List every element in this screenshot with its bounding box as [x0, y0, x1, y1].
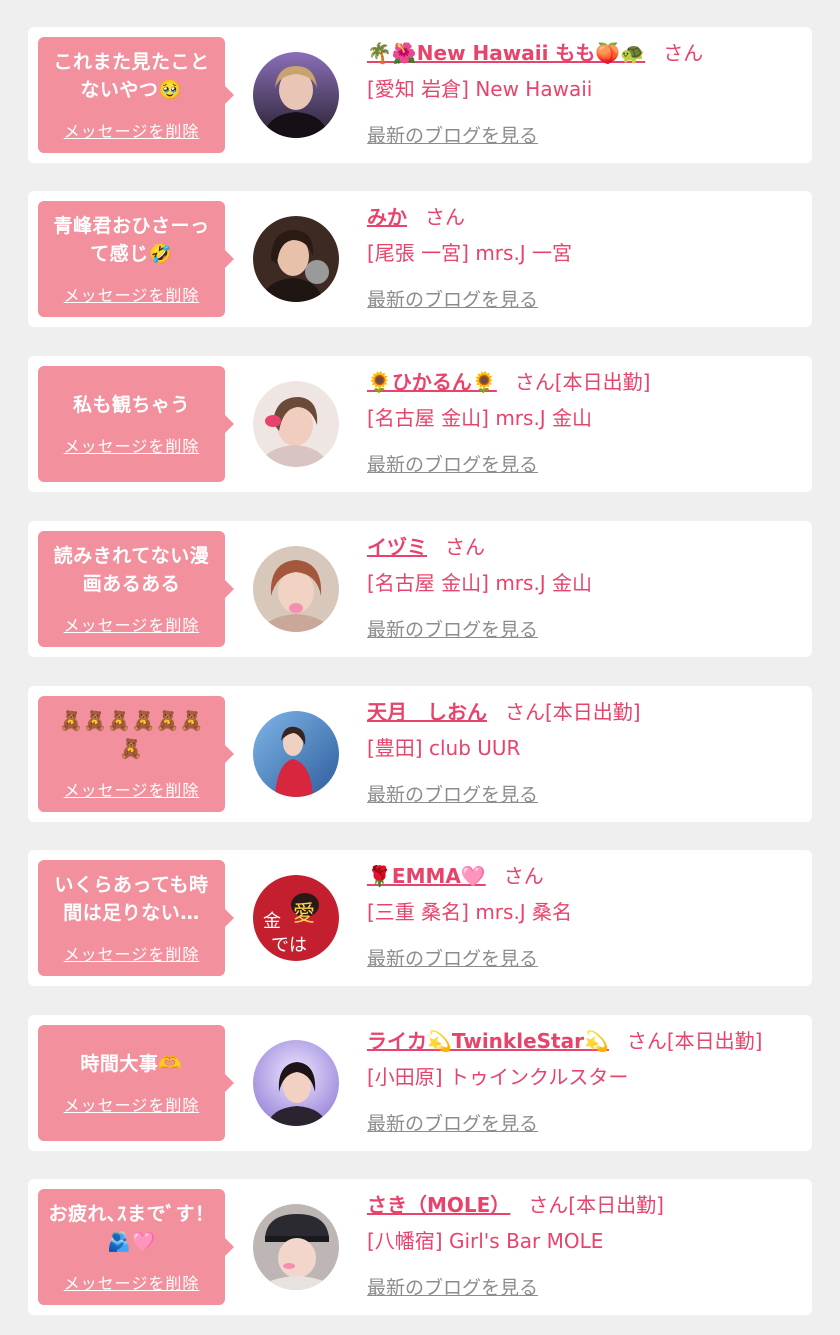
latest-blog-link[interactable]: 最新のブログを見る	[367, 285, 538, 312]
sender-info: 天月 しおん さん[本日出勤] [豊田] club UUR 最新のブログを見る	[367, 696, 807, 807]
shop-info: [八幡宿] Girl's Bar MOLE	[367, 1229, 604, 1253]
message-card: 青峰君おひさーっ て感じ🤣 メッセージを削除 みか さん [尾張 一宮] mrs.…	[28, 191, 812, 327]
sender-info: 🌹EMMA🩷 さん [三重 桑名] mrs.J 桑名 最新のブログを見る	[367, 860, 807, 971]
sender-name-link[interactable]: みか	[367, 205, 407, 229]
delete-message-link[interactable]: メッセージを削除	[64, 282, 200, 306]
sender-name-link[interactable]: 🌹EMMA🩷	[367, 864, 486, 888]
shop-info: [名古屋 金山] mrs.J 金山	[367, 406, 593, 430]
latest-blog-link[interactable]: 最新のブログを見る	[367, 615, 538, 642]
message-card: いくらあっても時 間は足りない… メッセージを削除 金愛では 🌹EMMA🩷 さん …	[28, 850, 812, 986]
sender-info: 🌴🌺New Hawaii もも🍑🐢 さん [愛知 岩倉] New Hawaii 最…	[367, 37, 807, 148]
avatar[interactable]	[253, 711, 339, 797]
shop-info: [名古屋 金山] mrs.J 金山	[367, 571, 593, 595]
message-bubble: お疲れ､ｽまでﾞす！ 🫂🩷 メッセージを削除	[38, 1189, 234, 1305]
honorific: さん[本日出勤]	[626, 1029, 763, 1053]
delete-message-link[interactable]: メッセージを削除	[64, 941, 200, 965]
message-text: これまた見たこと ないやつ🥹	[53, 51, 210, 101]
sender-name-link[interactable]: イヅミ	[367, 535, 427, 559]
honorific: さん[本日出勤]	[505, 700, 641, 724]
message-bubble: 青峰君おひさーっ て感じ🤣 メッセージを削除	[38, 201, 234, 317]
delete-message-link[interactable]: メッセージを削除	[64, 433, 200, 457]
sender-name-link[interactable]: 天月 しおん	[367, 700, 487, 724]
shop-info: [愛知 岩倉] New Hawaii	[367, 77, 593, 101]
latest-blog-link[interactable]: 最新のブログを見る	[367, 450, 538, 477]
avatar[interactable]: 金愛では	[253, 875, 339, 961]
honorific: さん[本日出勤]	[514, 370, 651, 394]
message-bubble: これまた見たこと ないやつ🥹 メッセージを削除	[38, 37, 234, 153]
message-list: これまた見たこと ないやつ🥹 メッセージを削除 🌴🌺New Hawaii もも🍑…	[0, 0, 840, 1335]
avatar[interactable]	[253, 546, 339, 632]
message-card: 時間大事🫶 メッセージを削除 ライカ💫TwinkleStar💫 さん[本日出勤] …	[28, 1015, 812, 1151]
message-card: 私も観ちゃう メッセージを削除 🌻ひかるん🌻 さん[本日出勤] [名古屋 金山] …	[28, 356, 812, 492]
sender-name-link[interactable]: 🌴🌺New Hawaii もも🍑🐢	[367, 41, 645, 65]
latest-blog-link[interactable]: 最新のブログを見る	[367, 944, 538, 971]
message-bubble: いくらあっても時 間は足りない… メッセージを削除	[38, 860, 234, 976]
sender-info: ライカ💫TwinkleStar💫 さん[本日出勤] [小田原] トゥインクルスター…	[367, 1025, 807, 1136]
svg-text:では: では	[271, 935, 307, 956]
shop-info: [尾張 一宮] mrs.J 一宮	[367, 241, 573, 265]
message-text: 私も観ちゃう	[72, 394, 190, 416]
honorific: さん	[445, 535, 485, 559]
sender-name-link[interactable]: ライカ💫TwinkleStar💫	[367, 1029, 609, 1053]
sender-info: みか さん [尾張 一宮] mrs.J 一宮 最新のブログを見る	[367, 201, 807, 312]
message-bubble: 🧸🧸🧸🧸🧸🧸 🧸 メッセージを削除	[38, 696, 234, 812]
shop-info: [小田原] トゥインクルスター	[367, 1065, 629, 1089]
message-card: これまた見たこと ないやつ🥹 メッセージを削除 🌴🌺New Hawaii もも🍑…	[28, 27, 812, 163]
delete-message-link[interactable]: メッセージを削除	[64, 118, 200, 142]
delete-message-link[interactable]: メッセージを削除	[64, 1270, 200, 1294]
shop-info: [三重 桑名] mrs.J 桑名	[367, 900, 573, 924]
message-text: 🧸🧸🧸🧸🧸🧸 🧸	[59, 710, 204, 760]
avatar[interactable]	[253, 1040, 339, 1126]
sender-info: さき（MOLE） さん[本日出勤] [八幡宿] Girl's Bar MOLE 最…	[367, 1189, 807, 1300]
avatar[interactable]	[253, 216, 339, 302]
shop-info: [豊田] club UUR	[367, 736, 521, 760]
message-card: 読みきれてない漫 画あるある メッセージを削除 イヅミ さん [名古屋 金山] m…	[28, 521, 812, 657]
latest-blog-link[interactable]: 最新のブログを見る	[367, 780, 538, 807]
latest-blog-link[interactable]: 最新のブログを見る	[367, 121, 538, 148]
message-card: お疲れ､ｽまでﾞす！ 🫂🩷 メッセージを削除 さき（MOLE） さん[本日出勤] …	[28, 1179, 812, 1315]
svg-text:金: 金	[263, 911, 281, 932]
svg-text:愛: 愛	[293, 902, 315, 927]
delete-message-link[interactable]: メッセージを削除	[64, 1092, 200, 1116]
message-text: 読みきれてない漫 画あるある	[53, 545, 210, 595]
message-text: お疲れ､ｽまでﾞす！ 🫂🩷	[48, 1203, 215, 1253]
message-bubble: 時間大事🫶 メッセージを削除	[38, 1025, 234, 1141]
message-text: 時間大事🫶	[80, 1053, 183, 1075]
sender-info: イヅミ さん [名古屋 金山] mrs.J 金山 最新のブログを見る	[367, 531, 807, 642]
message-card: 🧸🧸🧸🧸🧸🧸 🧸 メッセージを削除 天月 しおん さん[本日出勤] [豊田] cl…	[28, 686, 812, 822]
avatar[interactable]	[253, 1204, 339, 1290]
sender-name-link[interactable]: 🌻ひかるん🌻	[367, 370, 497, 394]
honorific: さん	[503, 864, 544, 888]
message-text: いくらあっても時 間は足りない…	[54, 874, 209, 924]
message-bubble: 読みきれてない漫 画あるある メッセージを削除	[38, 531, 234, 647]
delete-message-link[interactable]: メッセージを削除	[64, 612, 200, 636]
sender-name-link[interactable]: さき（MOLE）	[367, 1193, 510, 1217]
latest-blog-link[interactable]: 最新のブログを見る	[367, 1273, 538, 1300]
message-text: 青峰君おひさーっ て感じ🤣	[53, 215, 210, 265]
latest-blog-link[interactable]: 最新のブログを見る	[367, 1109, 538, 1136]
avatar[interactable]	[253, 381, 339, 467]
honorific: さん[本日出勤]	[528, 1193, 664, 1217]
message-bubble: 私も観ちゃう メッセージを削除	[38, 366, 234, 482]
avatar[interactable]	[253, 52, 339, 138]
delete-message-link[interactable]: メッセージを削除	[64, 777, 200, 801]
honorific: さん	[425, 205, 465, 229]
honorific: さん	[663, 41, 704, 65]
sender-info: 🌻ひかるん🌻 さん[本日出勤] [名古屋 金山] mrs.J 金山 最新のブログを…	[367, 366, 807, 477]
